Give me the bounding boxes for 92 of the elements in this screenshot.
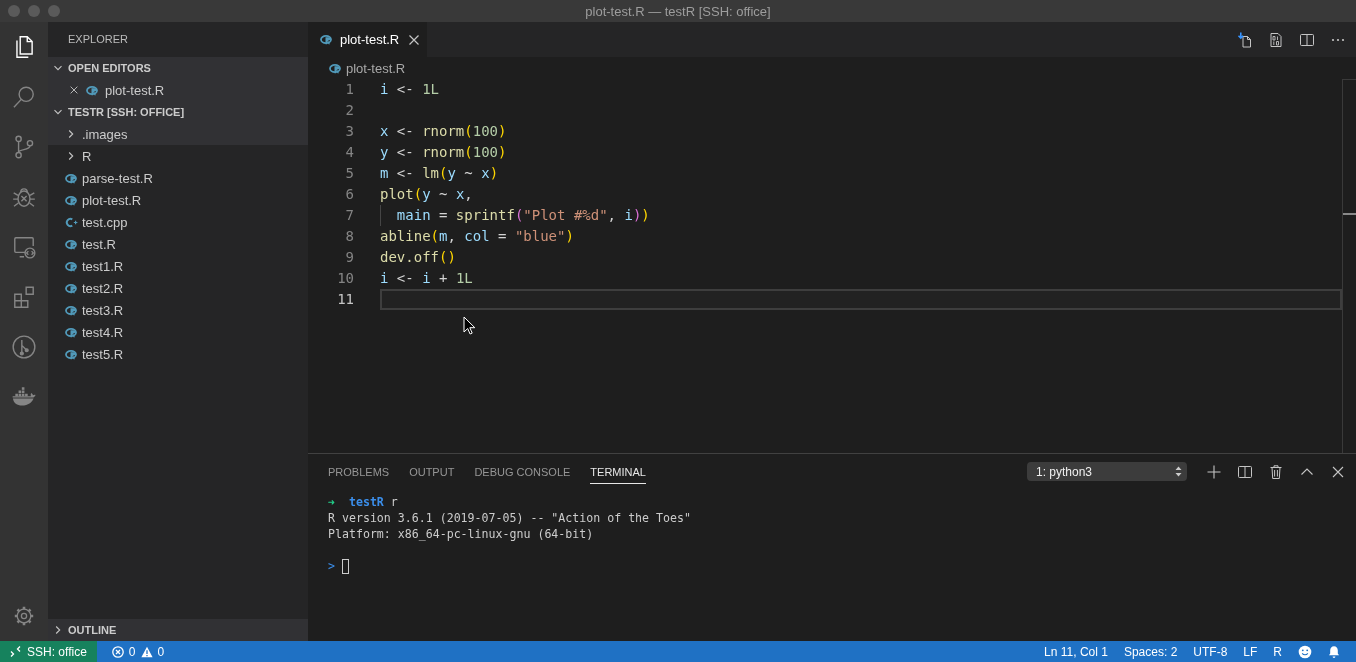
window-title: plot-test.R — testR [SSH: office] bbox=[585, 3, 771, 19]
code-line: main = sprintf("Plot #%d", i)) bbox=[380, 205, 1342, 226]
section-header[interactable]: TESTR [SSH: OFFICE] bbox=[48, 101, 308, 123]
prompt-symbol: > bbox=[328, 558, 335, 574]
terminal-dropdown[interactable]: 1: python3 bbox=[1027, 462, 1187, 481]
chevron-icon[interactable] bbox=[53, 63, 63, 73]
split-editor-icon[interactable] bbox=[1299, 31, 1315, 48]
smiley-icon[interactable] bbox=[1298, 644, 1312, 659]
line-number: 5 bbox=[344, 164, 354, 183]
panel-tab[interactable]: PROBLEMS bbox=[328, 460, 390, 484]
line-number: 11 bbox=[336, 290, 354, 309]
remote-indicator[interactable]: SSH: office bbox=[0, 641, 97, 662]
code-line: m <- lm(y ~ x) bbox=[380, 164, 500, 183]
file-type-icon bbox=[64, 238, 78, 250]
chevron-icon[interactable] bbox=[53, 107, 63, 117]
file-item[interactable]: plot-test.R bbox=[48, 189, 308, 211]
code-line: i <- i + 1L bbox=[380, 269, 474, 288]
file-item[interactable]: test2.R bbox=[48, 277, 308, 299]
error-icon bbox=[111, 645, 124, 658]
line-number: 6 bbox=[344, 185, 354, 204]
status-item[interactable]: UTF-8 bbox=[1193, 644, 1228, 659]
status-item[interactable]: Spaces: 2 bbox=[1123, 644, 1178, 659]
remote-monitor-icon[interactable] bbox=[11, 234, 37, 260]
terminal-line: R version 3.6.1 (2019-07-05) -- "Action of the Toes" bbox=[328, 510, 692, 526]
bell-icon[interactable] bbox=[1328, 644, 1340, 659]
file-type-icon bbox=[86, 84, 99, 96]
file-item[interactable]: test3.R bbox=[48, 299, 308, 321]
file-item[interactable]: test.cpp bbox=[48, 211, 308, 233]
panel-tab[interactable]: TERMINAL bbox=[590, 460, 646, 484]
code-line: i <- 1L bbox=[380, 80, 440, 99]
chevron-icon[interactable] bbox=[66, 129, 76, 139]
file-type-icon bbox=[320, 34, 333, 45]
sidebar-title: EXPLORER bbox=[67, 32, 128, 47]
panel-tab[interactable]: DEBUG CONSOLE bbox=[474, 460, 571, 484]
terminal-line: Platform: x86_64-pc-linux-gnu (64-bit) bbox=[328, 526, 595, 542]
file-type-icon bbox=[64, 216, 78, 228]
section-header[interactable]: OUTLINE bbox=[48, 619, 308, 641]
terminal-line: ➜ testR r bbox=[328, 494, 399, 510]
line-number: 2 bbox=[344, 101, 354, 120]
file-type-icon bbox=[64, 326, 78, 338]
file-type-icon bbox=[64, 304, 78, 316]
file-item[interactable]: test1.R bbox=[48, 255, 308, 277]
folder-item[interactable]: R bbox=[48, 145, 308, 167]
file-type-icon bbox=[64, 172, 78, 184]
chevron-icon[interactable] bbox=[53, 625, 63, 635]
line-number: 8 bbox=[344, 227, 354, 246]
status-item[interactable]: Ln 11, Col 1 bbox=[1044, 644, 1108, 659]
folder-item[interactable]: .images bbox=[48, 123, 308, 145]
panel-tab[interactable]: OUTPUT bbox=[409, 460, 455, 484]
editor-tab[interactable]: plot-test.R bbox=[308, 22, 428, 57]
binary-file-icon[interactable] bbox=[1268, 31, 1284, 48]
search-icon[interactable] bbox=[11, 84, 37, 110]
problems-button[interactable]: 0 0 bbox=[111, 644, 165, 659]
remote-icon bbox=[10, 646, 21, 657]
status-item[interactable]: R bbox=[1273, 644, 1282, 659]
line-number: 9 bbox=[344, 248, 354, 267]
code-line: y <- rnorm(100) bbox=[380, 143, 508, 162]
file-item[interactable]: test5.R bbox=[48, 343, 308, 365]
extensions-icon[interactable] bbox=[11, 284, 37, 310]
file-type-icon bbox=[64, 348, 78, 360]
line-number: 10 bbox=[336, 269, 354, 288]
close-icon[interactable] bbox=[68, 84, 80, 96]
mouse-pointer-icon bbox=[463, 316, 475, 335]
section-header[interactable]: OPEN EDITORS bbox=[48, 57, 308, 79]
line-number: 7 bbox=[344, 206, 354, 225]
plus-icon[interactable] bbox=[1206, 463, 1222, 480]
line-number: 3 bbox=[344, 122, 354, 141]
file-type-icon bbox=[329, 62, 342, 74]
code-line: plot(y ~ x, bbox=[380, 185, 474, 204]
file-item[interactable]: test.R bbox=[48, 233, 308, 255]
open-editor-item[interactable]: plot-test.R bbox=[48, 79, 308, 101]
file-type-icon bbox=[64, 260, 78, 272]
code-line: abline(m, col = "blue") bbox=[380, 227, 575, 246]
line-number: 4 bbox=[344, 143, 354, 162]
block-cursor-icon bbox=[342, 558, 349, 574]
file-item[interactable]: parse-test.R bbox=[48, 167, 308, 189]
status-item[interactable]: LF bbox=[1243, 644, 1258, 659]
settings-icon[interactable] bbox=[12, 604, 36, 628]
line-number: 1 bbox=[344, 80, 354, 99]
code-line: dev.off() bbox=[380, 248, 457, 267]
split-icon[interactable] bbox=[1237, 463, 1253, 480]
branch-circle-icon[interactable] bbox=[11, 334, 37, 360]
code-line: x <- rnorm(100) bbox=[380, 122, 508, 141]
breadcrumb-item[interactable]: plot-test.R bbox=[329, 60, 406, 76]
file-type-icon bbox=[64, 194, 78, 206]
trash-icon[interactable] bbox=[1268, 463, 1284, 480]
chevron-icon[interactable] bbox=[66, 151, 76, 161]
file-item[interactable]: test4.R bbox=[48, 321, 308, 343]
warning-icon bbox=[140, 645, 153, 658]
file-arrow-icon[interactable] bbox=[1237, 31, 1253, 48]
updown-caret-icon bbox=[1175, 466, 1182, 477]
file-type-icon bbox=[64, 282, 78, 294]
